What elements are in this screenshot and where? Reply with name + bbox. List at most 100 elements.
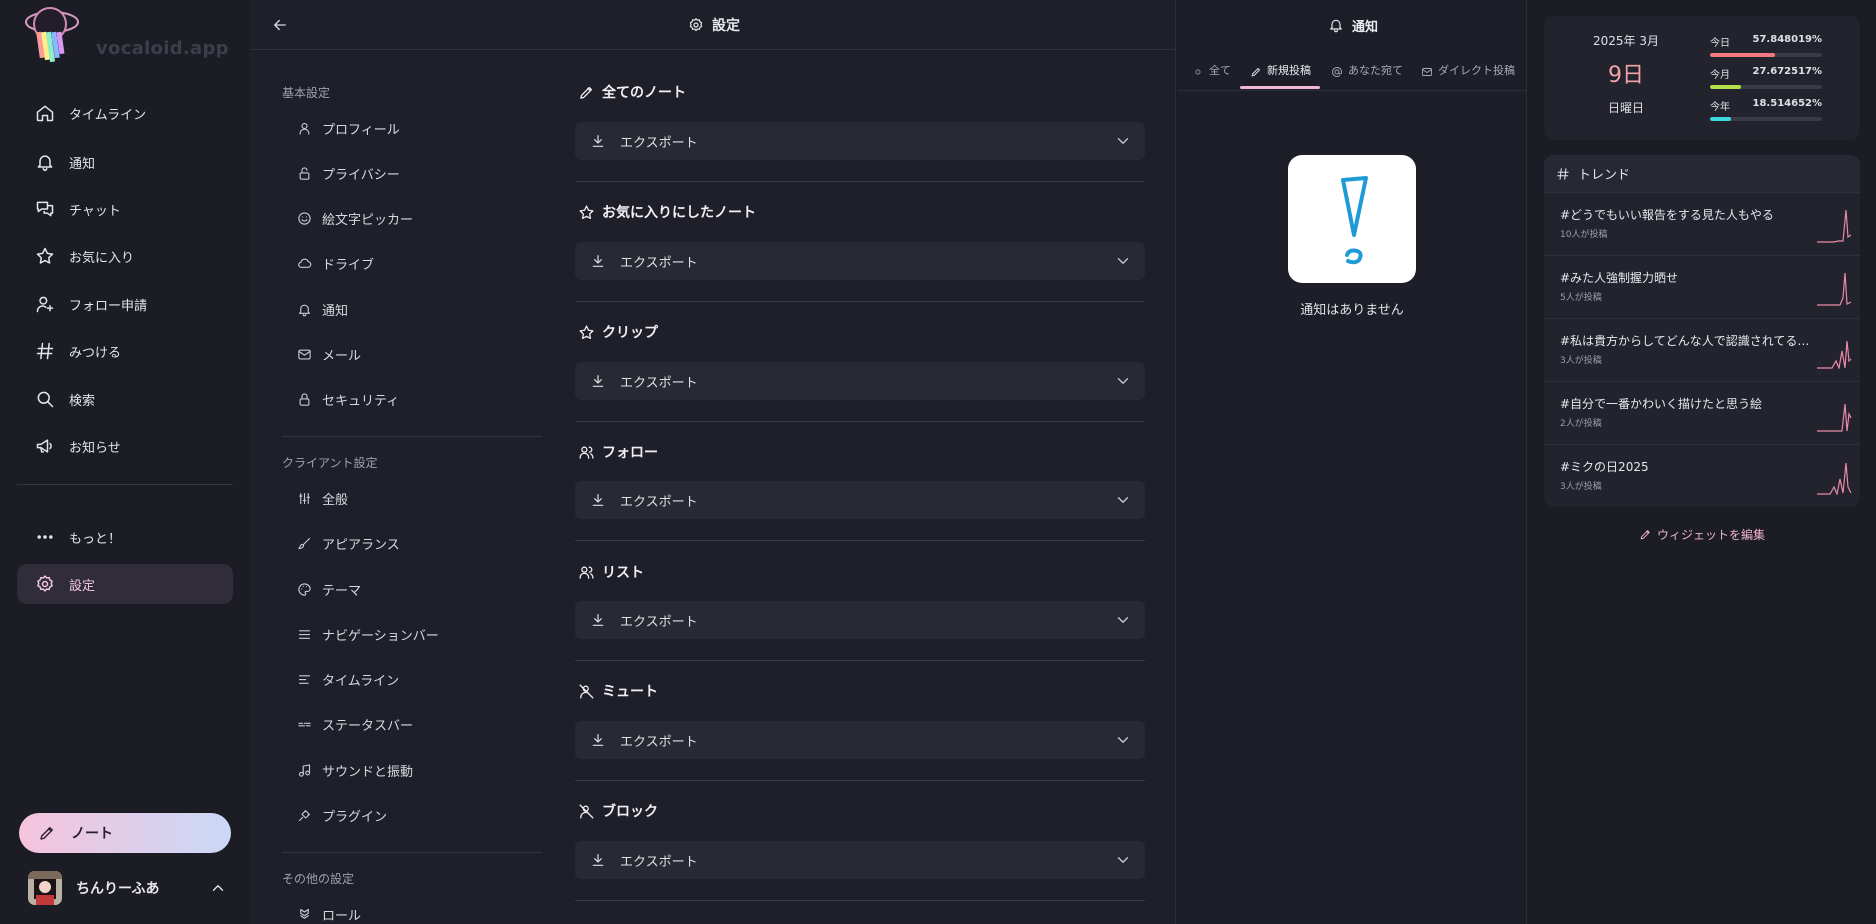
badges-icon xyxy=(296,904,312,924)
export-clips-button[interactable]: エクスポート xyxy=(575,362,1145,400)
search-icon xyxy=(35,389,55,409)
settings-menu-appearance[interactable]: アピアランス xyxy=(296,528,400,558)
nav-label: お知らせ xyxy=(69,440,121,456)
brush-icon xyxy=(296,533,312,553)
settings-menu-privacy[interactable]: プライバシー xyxy=(296,158,400,188)
trend-item[interactable]: #自分で一番かわいく描けたと思う絵 2人が投稿 xyxy=(1544,381,1860,444)
account-menu[interactable]: ちんりーふあ xyxy=(28,870,228,906)
settings-menu-notifications[interactable]: 通知 xyxy=(296,294,348,324)
menu-label: ロール xyxy=(322,908,362,924)
bell-icon xyxy=(1326,15,1346,35)
download-icon xyxy=(588,850,608,870)
nav-item-search[interactable]: 検索 xyxy=(17,379,233,419)
settings-menu-navbar[interactable]: ナビゲーションバー xyxy=(296,619,439,649)
nav-item-chat[interactable]: チャット xyxy=(17,189,233,229)
nav-item-explore[interactable]: みつける xyxy=(17,331,233,371)
edit-widgets-button[interactable]: ウィジェットを編集 xyxy=(1528,524,1876,544)
back-button[interactable] xyxy=(270,15,290,38)
section-divider xyxy=(575,421,1145,422)
settings-menu-timeline[interactable]: タイムライン xyxy=(296,664,399,694)
page-title: 設定 xyxy=(712,17,740,34)
section-divider xyxy=(575,900,1145,901)
users-icon xyxy=(576,562,596,582)
settings-menu-statusbar[interactable]: ステータスバー xyxy=(296,709,413,739)
settings-column: 設定 基本設定 プロフィール プライバシー 絵文字ピッカー ドライブ 通知 メー… xyxy=(250,0,1176,924)
calendar-widget: 2025年 3月 9日 日曜日 今日 57.848019% 今月 27.672517… xyxy=(1544,16,1860,140)
download-icon xyxy=(588,131,608,151)
settings-menu-roles[interactable]: ロール xyxy=(296,899,361,924)
tab-new-posts[interactable]: 新規投稿 xyxy=(1250,56,1311,90)
hash-icon xyxy=(35,341,55,361)
chevron-up-icon xyxy=(208,878,228,898)
note-button[interactable]: ノート xyxy=(19,813,231,853)
star-icon xyxy=(576,322,596,342)
settings-menu-profile[interactable]: プロフィール xyxy=(296,113,400,143)
trend-item[interactable]: #みた人強制握力晒せ 5人が投稿 xyxy=(1544,255,1860,318)
trend-count: 3人が投稿 xyxy=(1560,482,1602,492)
stat-year: 今年 18.514652% xyxy=(1710,98,1822,121)
settings-menu-sound[interactable]: サウンドと振動 xyxy=(296,755,413,785)
nav-item-follow-requests[interactable]: フォロー申請 xyxy=(17,284,233,324)
nav-item-favorites[interactable]: お気に入り xyxy=(17,236,233,276)
section-title-mutes: ミュート xyxy=(576,681,658,701)
hash-icon xyxy=(1556,164,1570,184)
tabs-divider xyxy=(1177,90,1527,91)
notifications-column: 通知 全て 新規投稿 あなた宛て ダイレクト投稿 通知はありません xyxy=(1177,0,1527,924)
menu-label: プライバシー xyxy=(322,167,400,183)
settings-menu-drive[interactable]: ドライブ xyxy=(296,248,374,278)
export-following-button[interactable]: エクスポート xyxy=(575,481,1145,519)
trend-count: 10人が投稿 xyxy=(1560,230,1608,240)
export-mutes-button[interactable]: エクスポート xyxy=(575,721,1145,759)
settings-menu-emoji-picker[interactable]: 絵文字ピッカー xyxy=(296,203,413,233)
settings-menu-security[interactable]: セキュリティ xyxy=(296,384,399,414)
user-icon xyxy=(296,118,312,138)
tab-direct[interactable]: ダイレクト投稿 xyxy=(1421,56,1515,90)
pencil-icon xyxy=(1250,62,1262,82)
nav-label: みつける xyxy=(69,345,122,361)
arrow-left-icon xyxy=(270,15,290,35)
section-title-clips: クリップ xyxy=(576,322,658,342)
menu-label: テーマ xyxy=(322,583,362,599)
nav-item-announcements[interactable]: お知らせ xyxy=(17,426,233,466)
stat-value: 57.848019% xyxy=(1752,34,1822,45)
nav-item-notifications[interactable]: 通知 xyxy=(17,142,233,182)
user-off-icon xyxy=(576,801,596,821)
user-plus-icon xyxy=(35,294,55,314)
nav-item-more[interactable]: もっと！ xyxy=(17,517,233,557)
home-icon xyxy=(35,103,55,123)
chevron-down-icon xyxy=(1113,490,1133,510)
trend-item[interactable]: #私は貴方からしてどんな人で認識されてるの… 3人が投稿 xyxy=(1544,318,1860,381)
menu-divider xyxy=(282,852,542,853)
trend-item[interactable]: #ミクの日2025 3人が投稿 xyxy=(1544,444,1860,507)
instance-logo[interactable]: vocaloid.app xyxy=(22,0,242,80)
star-icon xyxy=(35,246,55,266)
tab-mentions[interactable]: あなた宛て xyxy=(1331,56,1403,90)
export-all-notes-button[interactable]: エクスポート xyxy=(575,122,1145,160)
nav-label: チャット xyxy=(69,203,121,219)
settings-menu-general[interactable]: 全般 xyxy=(296,483,348,513)
settings-menu-theme[interactable]: テーマ xyxy=(296,574,361,604)
pencil-icon xyxy=(37,823,57,843)
export-lists-button[interactable]: エクスポート xyxy=(575,601,1145,639)
settings-menu-email[interactable]: メール xyxy=(296,339,361,369)
trend-sparkline xyxy=(1817,340,1852,369)
tab-all[interactable]: 全て xyxy=(1192,56,1231,90)
user-off-icon xyxy=(576,681,596,701)
nav-item-timeline[interactable]: タイムライン xyxy=(17,93,233,133)
planet-logo-icon xyxy=(25,7,79,63)
menu-label: サウンドと振動 xyxy=(322,764,414,780)
export-favorite-notes-button[interactable]: エクスポート xyxy=(575,242,1145,280)
trend-item[interactable]: #どうでもいい報告をする見た人もやる 10人が投稿 xyxy=(1544,192,1860,255)
menu-label: タイムライン xyxy=(322,673,400,689)
section-divider xyxy=(575,660,1145,661)
bell-icon xyxy=(296,299,312,319)
stat-label: 今年 xyxy=(1710,102,1730,113)
settings-menu-plugins[interactable]: プラグイン xyxy=(296,800,387,830)
adjustments-icon xyxy=(296,488,312,508)
nav-item-settings[interactable]: 設定 xyxy=(17,564,233,604)
export-blocks-button[interactable]: エクスポート xyxy=(575,841,1145,879)
menu-label: 絵文字ピッカー xyxy=(322,212,414,228)
section-divider xyxy=(575,540,1145,541)
trend-sparkline xyxy=(1817,272,1852,306)
menu-label: ナビゲーションバー xyxy=(322,628,439,644)
